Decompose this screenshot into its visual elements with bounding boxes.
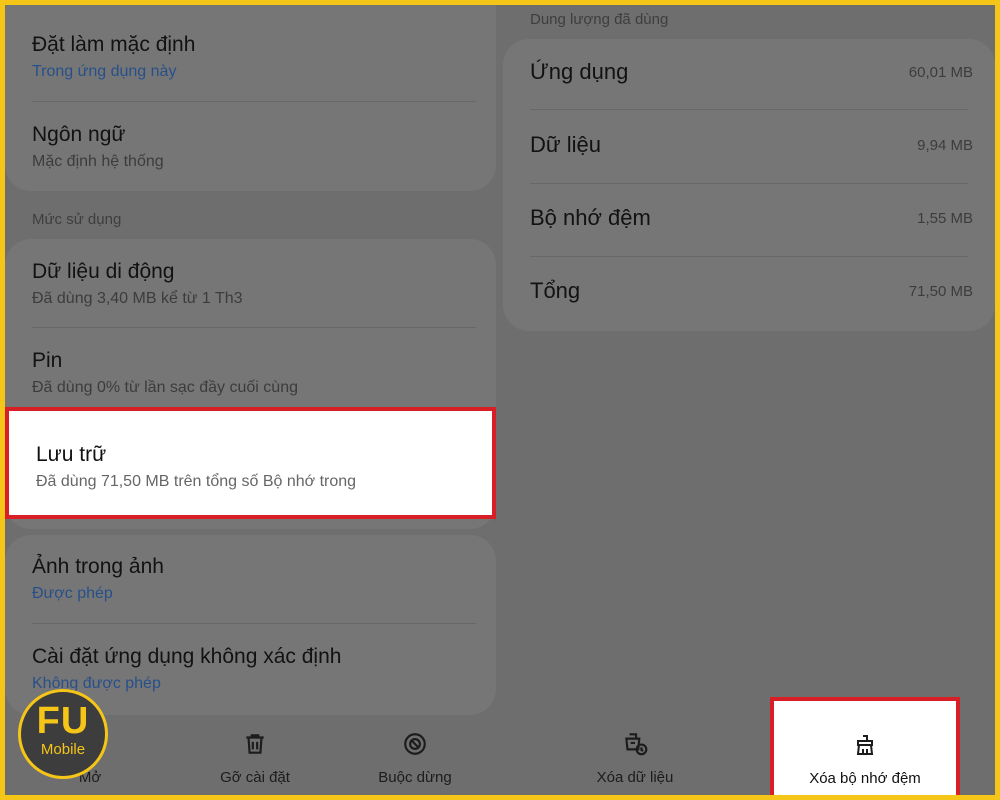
logo-subtext: Mobile	[40, 741, 86, 758]
cache-size-label: Bộ nhớ đệm	[530, 205, 651, 230]
broom-icon	[856, 735, 874, 755]
unknown-apps-item[interactable]: Cài đặt ứng dụng không xác định Không đư…	[32, 645, 476, 693]
cache-size-value: 1,55 MB	[917, 209, 973, 227]
storage-title: Lưu trữ	[36, 443, 107, 466]
total-size-label: Tổng	[530, 278, 581, 303]
stop-icon	[404, 733, 426, 755]
data-size-label: Dữ liệu	[530, 132, 601, 157]
divider	[530, 256, 968, 257]
uninstall-button[interactable]: Gỡ cài đặt	[200, 731, 310, 786]
unknown-apps-title: Cài đặt ứng dụng không xác định	[32, 645, 342, 668]
divider	[32, 327, 476, 328]
app-size-value: 60,01 MB	[908, 63, 973, 81]
battery-subtitle: Đã dùng 0% từ lần sạc đầy cuối cùng	[32, 379, 298, 396]
clear-cache-label: Xóa bộ nhớ đệm	[809, 770, 921, 787]
force-stop-label: Buộc dừng	[378, 769, 452, 786]
language-subtitle: Mặc định hệ thống	[32, 153, 164, 170]
cache-size-row: Bộ nhớ đệm 1,55 MB	[530, 201, 973, 235]
divider	[32, 101, 476, 102]
trash-icon	[246, 734, 264, 754]
pip-title: Ảnh trong ảnh	[32, 555, 164, 578]
fu-mobile-logo: FU Mobile	[18, 689, 108, 779]
storage-subtitle: Đã dùng 71,50 MB trên tổng số Bộ nhớ tro…	[36, 473, 357, 490]
uninstall-label: Gỡ cài đặt	[220, 769, 290, 786]
clear-data-icon	[625, 733, 648, 756]
divider	[32, 623, 476, 624]
pip-subtitle: Được phép	[32, 585, 113, 602]
storage-item[interactable]: Lưu trữ Đã dùng 71,50 MB trên tổng số Bộ…	[5, 407, 496, 519]
unknown-apps-subtitle: Không được phép	[32, 675, 161, 692]
mobile-data-title: Dữ liệu di động	[32, 260, 175, 283]
app-size-label: Ứng dụng	[530, 59, 629, 84]
screen-frame: Đặt làm mặc định Trong ứng dụng này Ngôn…	[5, 5, 995, 795]
logo-text: FU	[36, 700, 90, 742]
default-app-item[interactable]: Đặt làm mặc định Trong ứng dụng này	[32, 33, 476, 81]
total-size-value: 71,50 MB	[908, 282, 973, 300]
mobile-data-subtitle: Đã dùng 3,40 MB kể từ 1 Th3	[32, 290, 243, 307]
used-space-section-label: Dung lượng đã dùng	[530, 11, 669, 28]
total-size-row: Tổng 71,50 MB	[530, 274, 973, 308]
default-app-title: Đặt làm mặc định	[32, 33, 196, 56]
language-title: Ngôn ngữ	[32, 123, 126, 146]
data-size-value: 9,94 MB	[917, 136, 973, 154]
force-stop-button[interactable]: Buộc dừng	[360, 731, 470, 786]
storage-text: Lưu trữ Đã dùng 71,50 MB trên tổng số Bộ…	[36, 443, 465, 491]
picture-in-picture-item[interactable]: Ảnh trong ảnh Được phép	[32, 555, 476, 603]
storage-panel: Dung lượng đã dùng Ứng dụng 60,01 MB Dữ …	[503, 5, 995, 795]
language-item[interactable]: Ngôn ngữ Mặc định hệ thống	[32, 123, 476, 171]
mobile-data-item[interactable]: Dữ liệu di động Đã dùng 3,40 MB kể từ 1 …	[32, 260, 476, 308]
data-size-row: Dữ liệu 9,94 MB	[530, 128, 973, 162]
app-size-row: Ứng dụng 60,01 MB	[530, 55, 973, 89]
clear-cache-button[interactable]: Xóa bộ nhớ đệm	[770, 697, 960, 795]
divider	[530, 183, 968, 184]
battery-title: Pin	[32, 349, 63, 372]
divider	[530, 109, 968, 110]
clear-data-button[interactable]: Xóa dữ liệu	[573, 731, 697, 786]
clear-data-label: Xóa dữ liệu	[596, 769, 674, 786]
default-app-subtitle: Trong ứng dụng này	[32, 63, 177, 80]
app-info-panel: Đặt làm mặc định Trong ứng dụng này Ngôn…	[5, 5, 503, 795]
usage-section-label: Mức sử dụng	[32, 211, 122, 228]
battery-item[interactable]: Pin Đã dùng 0% từ lần sạc đầy cuối cùng	[32, 349, 476, 397]
